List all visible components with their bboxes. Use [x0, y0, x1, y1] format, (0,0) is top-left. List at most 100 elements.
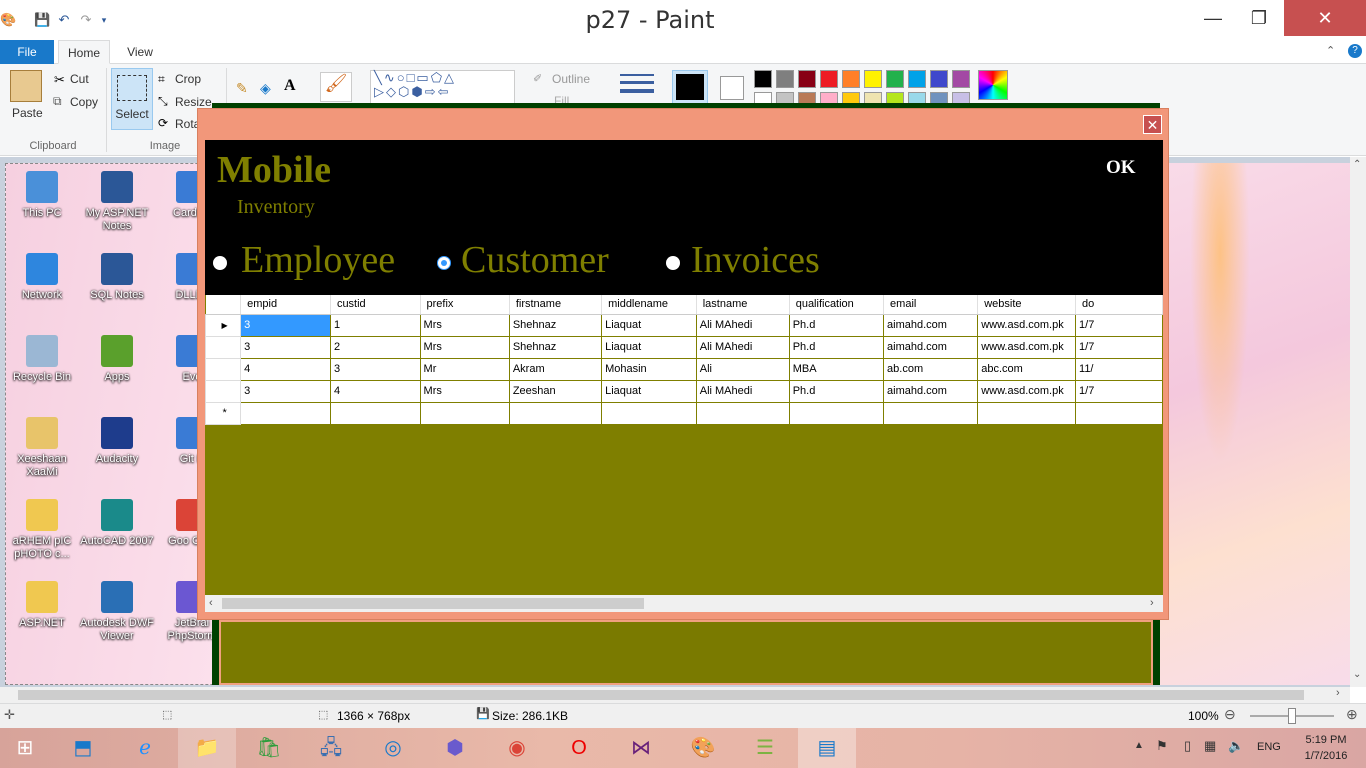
grid-cell[interactable]: Mrs: [419, 379, 510, 403]
grid-cell[interactable]: Akram: [508, 357, 603, 381]
taskbar-paint-palette-icon[interactable]: 🎨: [674, 728, 732, 768]
customer-grid[interactable]: empid custid prefix firstname middlename last…: [205, 295, 1163, 595]
grid-cell[interactable]: [419, 401, 510, 425]
palette-row1-swatch-1[interactable]: [776, 70, 794, 88]
grid-cell[interactable]: Mr: [419, 357, 510, 381]
grid-cell[interactable]: MBA: [788, 357, 885, 381]
taskbar-visual-studio-icon[interactable]: ⋈: [612, 728, 670, 768]
radio-employee-label[interactable]: Employee: [241, 238, 395, 282]
grid-cell[interactable]: ab.com: [883, 357, 979, 381]
fill-bucket-icon[interactable]: ◈: [260, 80, 271, 97]
grid-row[interactable]: 3 4 Mrs Zeeshan Liaquat Ali MAhedi Ph.d aimahd.…: [205, 379, 1163, 403]
hscroll-thumb[interactable]: [18, 690, 1304, 700]
grid-cell[interactable]: Ali: [695, 357, 790, 381]
grid-cell[interactable]: 1: [329, 313, 421, 337]
brushes-icon[interactable]: 🖌: [320, 72, 352, 102]
desktop-shortcut[interactable]: Apps: [77, 335, 157, 384]
palette-row1-swatch-9[interactable]: [952, 70, 970, 88]
grid-scroll-right-icon[interactable]: ›: [1150, 597, 1154, 609]
grid-cell[interactable]: abc.com: [977, 357, 1077, 381]
palette-row1-swatch-3[interactable]: [820, 70, 838, 88]
grid-cell[interactable]: Ali MAhedi: [695, 335, 790, 359]
tray-date[interactable]: 1/7/2016: [1300, 750, 1352, 762]
desktop-shortcut[interactable]: Xeeshaan XaaMi: [2, 417, 82, 479]
copy-button[interactable]: Copy: [70, 95, 98, 109]
taskbar-paint-icon[interactable]: ▤: [798, 728, 856, 768]
taskbar-store-icon[interactable]: 🛍: [240, 728, 298, 768]
grid-cell[interactable]: Shehnaz: [508, 313, 603, 337]
grid-cell[interactable]: 1/7: [1075, 379, 1163, 403]
taskbar-bluestacks-icon[interactable]: ☰: [736, 728, 794, 768]
grid-cell[interactable]: 3: [329, 357, 421, 381]
desktop-shortcut[interactable]: AutoCAD 2007: [77, 499, 157, 548]
grid-cell[interactable]: 1/7: [1075, 313, 1163, 337]
grid-row[interactable]: ▶ 3 1 Mrs Shehnaz Liaquat Ali MAhedi Ph.d aimahd…: [205, 313, 1163, 337]
grid-hscroll-thumb[interactable]: [222, 598, 644, 609]
palette-row1-swatch-6[interactable]: [886, 70, 904, 88]
dialog-close-button[interactable]: ✕: [1143, 115, 1162, 134]
grid-cell[interactable]: Mrs: [419, 335, 510, 359]
grid-column-header[interactable]: email: [883, 295, 979, 315]
grid-cell[interactable]: 3: [240, 313, 331, 337]
grid-cell[interactable]: [1075, 401, 1163, 425]
grid-column-header[interactable]: empid: [240, 295, 331, 315]
radio-customer[interactable]: [437, 256, 451, 270]
row-header[interactable]: [205, 335, 242, 359]
size-button[interactable]: [620, 74, 654, 98]
grid-cell[interactable]: Ali MAhedi: [695, 313, 790, 337]
grid-cell[interactable]: 3: [240, 335, 331, 359]
zoom-slider-thumb[interactable]: [1288, 708, 1296, 724]
row-header[interactable]: [205, 357, 242, 381]
grid-cell[interactable]: Mrs: [419, 313, 510, 337]
grid-cell[interactable]: aimahd.com: [883, 313, 979, 337]
palette-row1-swatch-0[interactable]: [754, 70, 772, 88]
scroll-down-icon[interactable]: ⌄: [1353, 669, 1361, 680]
desktop-shortcut[interactable]: My ASP.NET Notes: [77, 171, 157, 233]
grid-cell[interactable]: 2: [329, 335, 421, 359]
ok-button[interactable]: OK: [1106, 157, 1136, 179]
desktop-shortcut[interactable]: Autodesk DWF Viewer: [77, 581, 157, 643]
resize-button[interactable]: Resize: [175, 95, 212, 109]
color2-button[interactable]: [720, 76, 744, 100]
grid-column-header[interactable]: prefix: [420, 295, 510, 315]
row-header[interactable]: [205, 379, 242, 403]
crop-button[interactable]: Crop: [175, 72, 201, 86]
grid-cell[interactable]: Ali MAhedi: [695, 379, 790, 403]
grid-cell[interactable]: Ph.d: [788, 379, 885, 403]
tab-file[interactable]: File: [0, 40, 54, 64]
desktop-shortcut[interactable]: Audacity: [77, 417, 157, 466]
grid-cell[interactable]: aimahd.com: [883, 379, 979, 403]
text-tool-icon[interactable]: A: [284, 77, 296, 95]
tray-network-icon[interactable]: ▦: [1204, 738, 1216, 754]
grid-cell[interactable]: 3: [240, 379, 331, 403]
zoom-in-icon[interactable]: ⊕: [1346, 706, 1358, 723]
desktop-shortcut[interactable]: This PC: [2, 171, 82, 220]
grid-cell[interactable]: Shehnaz: [508, 335, 603, 359]
desktop-shortcut[interactable]: aRHEM pIC pHOTO c...: [2, 499, 82, 561]
grid-cell[interactable]: [977, 401, 1077, 425]
new-row-header[interactable]: *: [205, 401, 242, 425]
scroll-right-icon[interactable]: ›: [1336, 687, 1340, 699]
palette-row1-swatch-8[interactable]: [930, 70, 948, 88]
taskbar-tor-icon[interactable]: ⬢: [426, 728, 484, 768]
taskbar-network-icon[interactable]: 🖧: [302, 728, 360, 768]
select-button[interactable]: Select: [111, 68, 153, 130]
grid-column-header[interactable]: lastname: [696, 295, 790, 315]
edit-colors-icon[interactable]: [978, 70, 1008, 100]
grid-cell[interactable]: aimahd.com: [883, 335, 979, 359]
grid-cell[interactable]: [788, 401, 885, 425]
color1-button[interactable]: [672, 70, 708, 104]
vertical-scrollbar[interactable]: ⌃ ⌄: [1350, 157, 1366, 687]
radio-invoices[interactable]: [666, 256, 680, 270]
taskbar-app-icon[interactable]: ◎: [364, 728, 422, 768]
grid-horizontal-scrollbar[interactable]: ‹ ›: [205, 595, 1163, 612]
palette-row1-swatch-5[interactable]: [864, 70, 882, 88]
minimize-button[interactable]: —: [1190, 0, 1236, 36]
desktop-shortcut[interactable]: Recycle Bin: [2, 335, 82, 384]
taskbar-teamviewer-icon[interactable]: ⬒: [54, 728, 112, 768]
palette-row1-swatch-4[interactable]: [842, 70, 860, 88]
tray-time[interactable]: 5:19 PM: [1300, 734, 1352, 746]
zoom-out-icon[interactable]: ⊖: [1224, 706, 1236, 723]
maximize-button[interactable]: ❐: [1236, 0, 1282, 36]
tray-action-center-icon[interactable]: ⚑: [1156, 738, 1168, 754]
